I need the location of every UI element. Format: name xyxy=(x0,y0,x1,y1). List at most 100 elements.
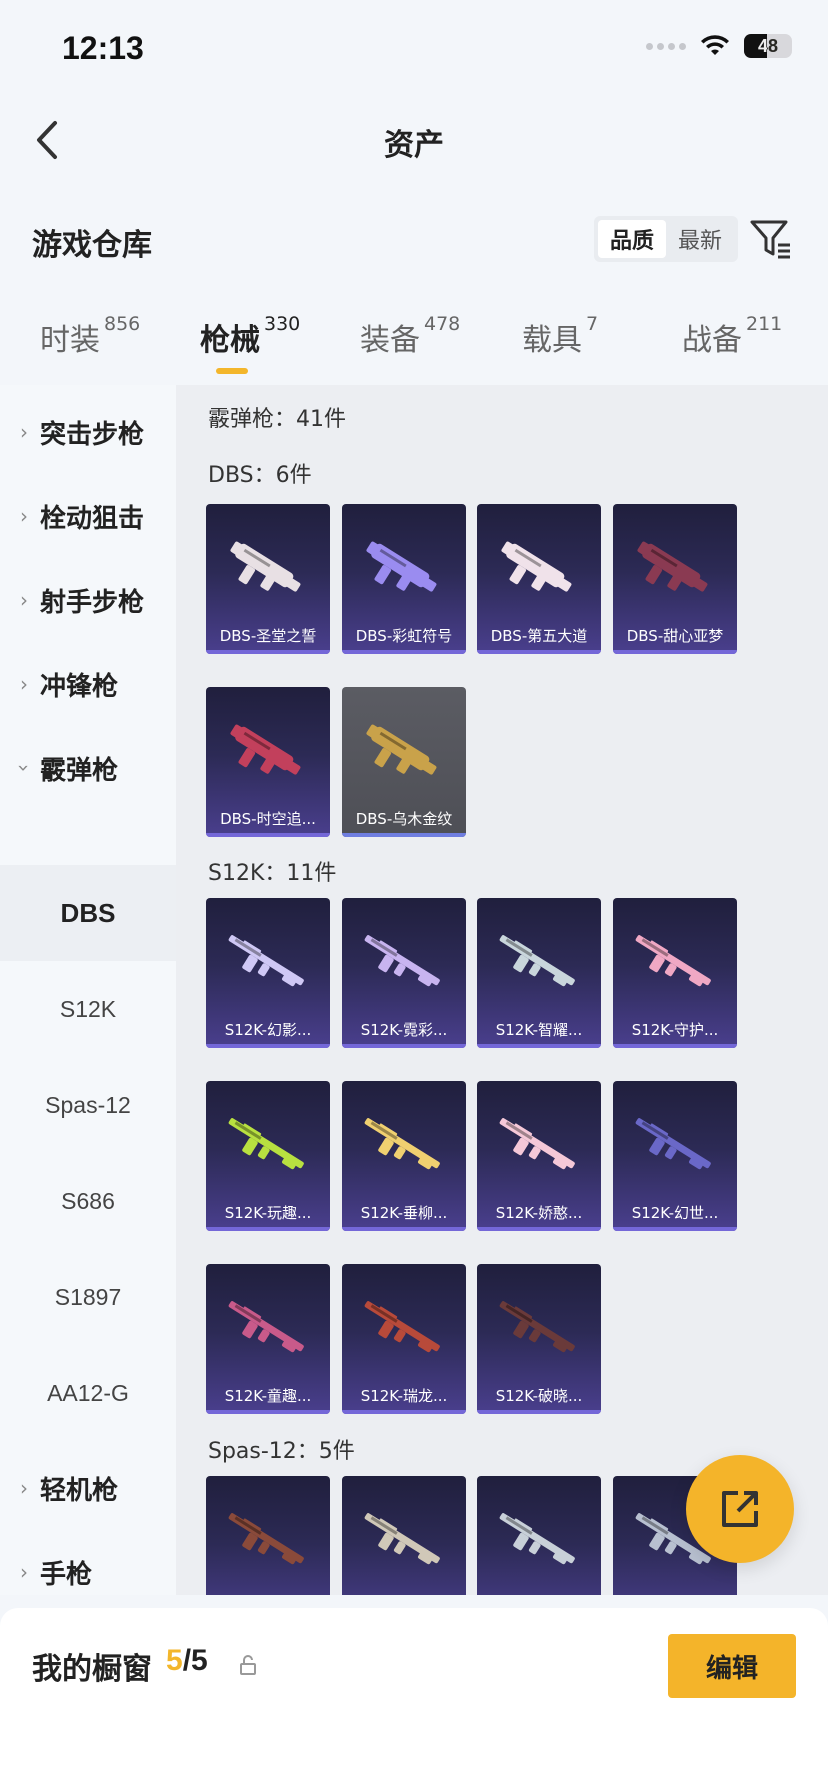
rarity-bar xyxy=(477,1044,601,1048)
sidebar-item-label: 突击步枪 xyxy=(40,419,145,450)
chevron-right-icon: › xyxy=(20,672,28,696)
wifi-icon xyxy=(701,35,729,55)
weapon-card[interactable] xyxy=(477,1476,601,1595)
category-tabs: 时装 856 枪械 330 装备 478 载具 7 战备 211 xyxy=(0,305,828,375)
tab-equipment[interactable]: 装备 478 xyxy=(360,313,461,359)
weapon-card[interactable] xyxy=(206,1476,330,1595)
tab-label: 载具 xyxy=(522,323,582,358)
weapon-card[interactable]: DBS-彩虹符号 xyxy=(342,504,466,654)
weapon-card[interactable]: S12K-垂柳... xyxy=(342,1081,466,1231)
sidebar-sub-s1897[interactable]: S1897 xyxy=(0,1249,176,1345)
share-button[interactable] xyxy=(686,1455,794,1563)
weapon-card[interactable]: DBS-甜心亚梦 xyxy=(613,504,737,654)
tab-vehicles[interactable]: 载具 7 xyxy=(522,313,598,359)
weapon-image xyxy=(230,724,301,775)
chevron-down-icon: › xyxy=(12,764,36,772)
weapon-image xyxy=(228,935,304,987)
weapon-name: DBS-甜心亚梦 xyxy=(626,627,724,645)
weapon-grid: 霰弹枪：41件 DBS：6件 S12K：11件 Spas-12：5件 DBS-圣… xyxy=(176,385,828,1595)
weapon-card[interactable]: DBS-乌木金纹 xyxy=(342,687,466,837)
tab-outfits[interactable]: 时装 856 xyxy=(40,313,141,359)
weapon-card[interactable]: DBS-第五大道 xyxy=(477,504,601,654)
weapon-card[interactable]: DBS-时空追... xyxy=(206,687,330,837)
weapon-name: S12K-霓彩... xyxy=(360,1021,448,1039)
rarity-bar xyxy=(477,1410,601,1414)
battery-percent: 48 xyxy=(757,35,779,56)
rarity-bar xyxy=(477,1227,601,1231)
weapon-name: S12K-垂柳... xyxy=(360,1204,448,1222)
weapon-image xyxy=(366,724,437,775)
chevron-right-icon: › xyxy=(20,420,28,444)
weapon-image xyxy=(499,935,575,987)
sidebar-sub-aa12g[interactable]: AA12-G xyxy=(0,1345,176,1441)
weapon-image xyxy=(635,935,711,987)
weapon-card[interactable]: S12K-守护... xyxy=(613,898,737,1048)
sidebar-item-label: 栓动狙击 xyxy=(40,503,145,534)
group-title-spas12: Spas-12：5件 xyxy=(208,1439,355,1464)
showcase-total: /5 xyxy=(182,1644,208,1677)
sidebar-item-label: 霰弹枪 xyxy=(40,755,119,786)
filter-button[interactable] xyxy=(746,214,796,264)
weapon-image xyxy=(228,1301,304,1353)
sidebar-item-assault-rifle[interactable]: › 突击步枪 xyxy=(0,392,176,472)
weapon-name: S12K-破晓... xyxy=(495,1387,583,1405)
weapon-card[interactable]: S12K-智耀... xyxy=(477,898,601,1048)
chevron-right-icon: › xyxy=(20,1476,28,1500)
weapon-image xyxy=(499,1118,575,1170)
weapon-name: S12K-玩趣... xyxy=(224,1204,312,1222)
weapon-card[interactable]: S12K-幻影... xyxy=(206,898,330,1048)
weapon-card[interactable]: S12K-霓彩... xyxy=(342,898,466,1048)
tab-count: 478 xyxy=(424,313,461,335)
weapon-name: S12K-守护... xyxy=(631,1021,719,1039)
sort-toggle: 品质 最新 xyxy=(594,216,739,262)
rarity-bar xyxy=(342,1227,466,1231)
weapon-image xyxy=(637,541,708,592)
weapon-card[interactable] xyxy=(342,1476,466,1595)
sidebar-item-pistol[interactable]: › 手枪 xyxy=(0,1532,176,1612)
edit-button[interactable]: 编辑 xyxy=(668,1634,796,1698)
weapon-card[interactable]: S12K-幻世... xyxy=(613,1081,737,1231)
rarity-bar xyxy=(342,1410,466,1414)
weapon-image xyxy=(364,935,440,987)
weapon-image xyxy=(366,541,437,592)
sidebar-sub-s12k[interactable]: S12K xyxy=(0,961,176,1057)
showcase-bar: 我的橱窗 5/5 编辑 xyxy=(0,1608,828,1792)
weapon-image xyxy=(228,1513,304,1565)
rarity-bar xyxy=(342,1044,466,1048)
sidebar-item-label: 轻机枪 xyxy=(40,1475,119,1506)
sidebar-item-marksman-rifle[interactable]: › 射手步枪 xyxy=(0,560,176,640)
sidebar-item-lmg[interactable]: › 轻机枪 xyxy=(0,1448,176,1528)
weapon-card[interactable]: S12K-童趣... xyxy=(206,1264,330,1414)
weapon-card[interactable]: S12K-娇憨... xyxy=(477,1081,601,1231)
cellular-signal-icon xyxy=(646,42,686,50)
sidebar-item-smg[interactable]: › 冲锋枪 xyxy=(0,644,176,724)
showcase-count: 5/5 xyxy=(166,1644,208,1678)
sidebar-sub-s686[interactable]: S686 xyxy=(0,1153,176,1249)
sidebar-item-label: 射手步枪 xyxy=(40,587,145,618)
weapon-card[interactable]: S12K-破晓... xyxy=(477,1264,601,1414)
tab-count: 856 xyxy=(104,313,141,335)
tab-count: 211 xyxy=(746,313,783,335)
tab-count: 330 xyxy=(264,313,301,335)
sidebar-item-label: 手枪 xyxy=(40,1559,93,1590)
tab-label: 战备 xyxy=(682,323,742,358)
weapon-card[interactable]: S12K-玩趣... xyxy=(206,1081,330,1231)
weapon-card[interactable]: S12K-瑞龙... xyxy=(342,1264,466,1414)
sidebar-item-shotgun[interactable]: › 霰弹枪 xyxy=(0,728,176,808)
weapon-name: DBS-时空追... xyxy=(220,810,316,828)
rarity-bar xyxy=(206,1044,330,1048)
tab-supplies[interactable]: 战备 211 xyxy=(682,313,783,359)
group-title-dbs: DBS：6件 xyxy=(208,463,312,488)
rarity-bar xyxy=(342,833,466,837)
category-title: 霰弹枪：41件 xyxy=(208,407,346,432)
sidebar-sub-spas12[interactable]: Spas-12 xyxy=(0,1057,176,1153)
sidebar-item-bolt-sniper[interactable]: › 栓动狙击 xyxy=(0,476,176,556)
sidebar-sub-dbs[interactable]: DBS xyxy=(0,865,176,961)
tab-label: 时装 xyxy=(40,323,100,358)
lock-icon xyxy=(240,1655,256,1675)
sort-newest-button[interactable]: 最新 xyxy=(666,220,734,258)
weapon-card[interactable]: DBS-圣堂之誓 xyxy=(206,504,330,654)
warehouse-header: 游戏仓库 品质 最新 xyxy=(0,200,828,280)
sort-quality-button[interactable]: 品质 xyxy=(598,220,667,258)
tab-firearms[interactable]: 枪械 330 xyxy=(200,313,301,359)
